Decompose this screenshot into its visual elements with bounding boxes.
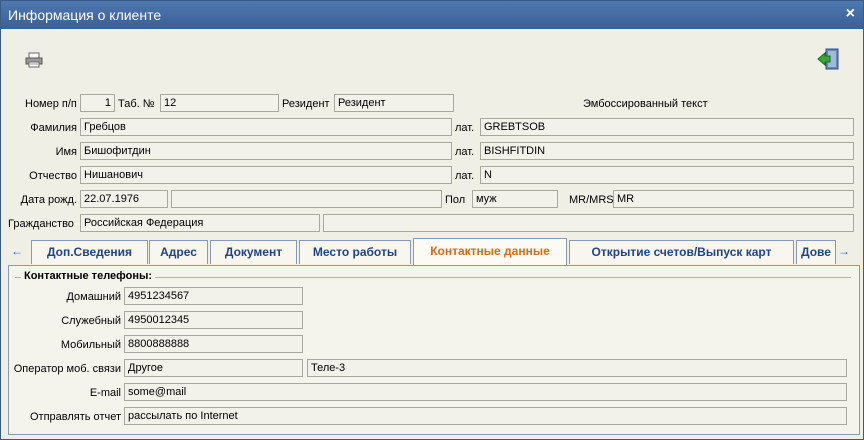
report-select[interactable]: рассылать по Internet: [124, 407, 847, 425]
mr-field[interactable]: MR: [613, 190, 854, 208]
tab-scroll-left-icon[interactable]: ←: [10, 242, 24, 260]
birthdate-field[interactable]: 22.07.1976: [80, 190, 168, 208]
citizenship-field[interactable]: Российская Федерация: [80, 214, 320, 232]
operator-label: Оператор моб. связи: [13, 363, 121, 375]
mr-label: MR/MRS: [569, 194, 614, 206]
report-label: Отправлять отчет: [29, 411, 121, 423]
num-field[interactable]: 1: [80, 94, 115, 112]
operator-extra-field[interactable]: Теле-3: [307, 359, 847, 377]
tab-accounts-cards[interactable]: Открытие счетов/Выпуск карт: [569, 240, 794, 264]
sex-label: Пол: [445, 194, 466, 206]
work-phone-label: Служебный: [61, 315, 121, 327]
tab-workplace[interactable]: Место работы: [299, 240, 411, 264]
close-icon[interactable]: ×: [846, 5, 855, 23]
home-phone-field[interactable]: 4951234567: [124, 287, 303, 305]
sex-field[interactable]: муж: [472, 190, 558, 208]
client-info-window: Информация о клиенте × Номер п/п 1 Таб. …: [0, 0, 864, 440]
tab-document[interactable]: Документ: [210, 240, 297, 264]
printer-icon[interactable]: [25, 52, 43, 71]
emboss-label: Эмбоссированный текст: [583, 98, 708, 110]
tab-contacts[interactable]: Контактные данные: [413, 238, 567, 265]
tab-power-of-attorney[interactable]: Дове: [796, 240, 836, 264]
lastname-lat-label: лат.: [455, 122, 475, 134]
mobile-phone-field[interactable]: 8800888888: [124, 335, 303, 353]
tab-extra-info[interactable]: Доп.Сведения: [31, 240, 148, 264]
patronymic-field[interactable]: Нишанович: [80, 166, 452, 184]
tab-address[interactable]: Адрес: [149, 240, 208, 264]
birthdate-label: Дата рожд.: [20, 194, 77, 206]
lastname-label: Фамилия: [30, 122, 77, 134]
tab-number-field[interactable]: 12: [160, 94, 279, 112]
email-label: E-mail: [89, 387, 121, 399]
work-phone-field[interactable]: 4950012345: [124, 311, 303, 329]
tab-scroll-right-icon[interactable]: →: [837, 242, 851, 260]
birthdate-extra-field[interactable]: [171, 190, 442, 208]
patronymic-label: Отчество: [29, 170, 77, 182]
title-bar: Информация о клиенте ×: [1, 1, 863, 29]
patronymic-lat-label: лат.: [455, 170, 475, 182]
num-label: Номер п/п: [25, 98, 77, 110]
tab-strip: ← Доп.Сведения Адрес Документ Место рабо…: [8, 238, 858, 266]
citizenship-extra-field[interactable]: [323, 214, 854, 232]
email-field[interactable]: some@mail: [124, 383, 847, 401]
firstname-label: Имя: [55, 146, 77, 158]
lastname-lat-field[interactable]: GREBTSOB: [480, 118, 854, 136]
firstname-lat-label: лат.: [455, 146, 475, 158]
patronymic-lat-field[interactable]: N: [480, 166, 854, 184]
phones-group-title: Контактные телефоны:: [21, 270, 156, 282]
resident-label: Резидент: [282, 98, 330, 110]
mobile-phone-label: Мобильный: [60, 339, 121, 351]
lastname-field[interactable]: Гребцов: [80, 118, 452, 136]
exit-door-icon[interactable]: [817, 47, 841, 74]
citizenship-label: Гражданство: [8, 218, 74, 230]
resident-field[interactable]: Резидент: [334, 94, 454, 112]
operator-select[interactable]: Другое: [124, 359, 303, 377]
firstname-field[interactable]: Бишофитдин: [80, 142, 452, 160]
tab-number-label: Таб. №: [118, 98, 155, 110]
home-phone-label: Домашний: [66, 291, 121, 303]
window-title: Информация о клиенте: [8, 7, 162, 23]
firstname-lat-field[interactable]: BISHFITDIN: [480, 142, 854, 160]
